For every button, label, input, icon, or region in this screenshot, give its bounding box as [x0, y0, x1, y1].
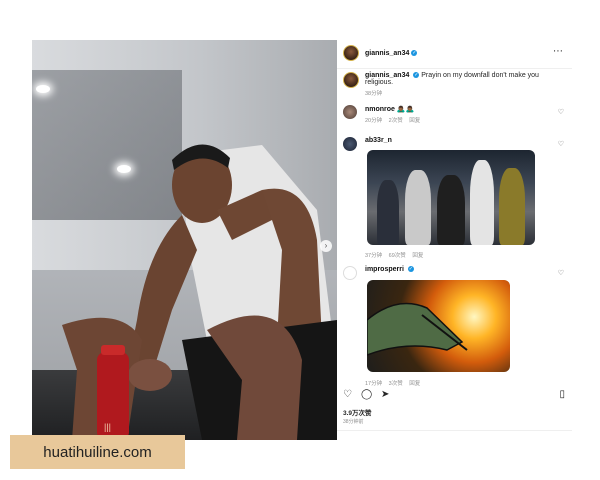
caption-row: giannis_an34 ✓ Prayin on my downfall don…	[343, 72, 565, 97]
comment-likes[interactable]: 2次赞	[389, 118, 403, 124]
post-sidebar: giannis_an34 ✓ ⋯ giannis_an34 ✓ Prayin o…	[337, 40, 572, 440]
comment-username[interactable]: ab33r_n	[365, 137, 392, 144]
caption-time: 38分钟	[365, 91, 383, 97]
reply-button[interactable]: 回复	[409, 381, 420, 387]
comment-likes[interactable]: 69次赞	[389, 253, 406, 259]
comment-item: improsperri ✓	[343, 266, 568, 280]
header-divider	[337, 68, 572, 69]
like-comment-icon[interactable]: ♡	[558, 140, 564, 148]
site-watermark: huatihuiline.com	[10, 435, 185, 469]
save-bookmark-icon[interactable]: ▯	[559, 389, 565, 401]
like-comment-icon[interactable]: ♡	[558, 108, 564, 116]
footer-divider	[337, 430, 572, 431]
comment-item: ab33r_n	[343, 137, 568, 151]
verified-badge-icon: ✓	[411, 50, 418, 56]
comment-icon[interactable]: ◯	[361, 389, 372, 401]
comment-image-basketball[interactable]	[367, 150, 535, 245]
author-avatar[interactable]	[343, 72, 359, 88]
commenter-avatar[interactable]	[343, 137, 357, 151]
comment-item: nmonroe 🙇🏾‍♂️🙇🏾‍♂️ 20分钟 2次赞 回复	[343, 105, 568, 124]
comment-username[interactable]: improsperri	[365, 266, 404, 273]
comment-text: 🙇🏾‍♂️🙇🏾‍♂️	[396, 106, 415, 113]
comment-meta-row: 17分钟 3次赞 回复	[343, 376, 425, 387]
reply-button[interactable]: 回复	[412, 253, 423, 259]
comment-image-drawing-fire[interactable]	[367, 280, 510, 372]
verified-badge-icon: ✓	[407, 266, 414, 273]
author-avatar[interactable]	[343, 45, 359, 61]
athlete-illustration: |||	[62, 144, 337, 440]
commenter-avatar[interactable]	[343, 105, 357, 119]
drawing-hand-illustration	[367, 302, 468, 356]
share-icon[interactable]: ➤	[381, 389, 389, 401]
svg-text:|||: |||	[104, 422, 111, 432]
commenter-avatar[interactable]	[343, 266, 357, 280]
comment-meta-row: 37分钟 69次赞 回复	[343, 248, 428, 259]
post-timestamp: 38分钟前	[343, 419, 364, 425]
verified-badge-icon: ✓	[413, 72, 420, 79]
like-icon[interactable]: ♡	[343, 389, 352, 401]
comment-time: 37分钟	[365, 253, 383, 259]
more-options-icon[interactable]: ⋯	[553, 46, 564, 57]
like-comment-icon[interactable]: ♡	[558, 269, 564, 277]
post-photo[interactable]: |||	[32, 40, 337, 440]
caption-username[interactable]: giannis_an34	[365, 72, 409, 79]
post-actions-bar: ♡ ◯ ➤ ▯	[343, 389, 565, 401]
reply-button[interactable]: 回复	[409, 118, 420, 124]
comment-time: 20分钟	[365, 118, 383, 124]
likes-count[interactable]: 3.9万次赞	[343, 407, 372, 417]
comment-time: 17分钟	[365, 381, 383, 387]
comment-likes[interactable]: 3次赞	[389, 381, 403, 387]
next-photo-button[interactable]: ›	[320, 240, 332, 252]
comment-username[interactable]: nmonroe	[365, 106, 395, 113]
post-header: giannis_an34 ✓ ⋯	[343, 44, 568, 62]
author-username[interactable]: giannis_an34	[365, 50, 409, 57]
